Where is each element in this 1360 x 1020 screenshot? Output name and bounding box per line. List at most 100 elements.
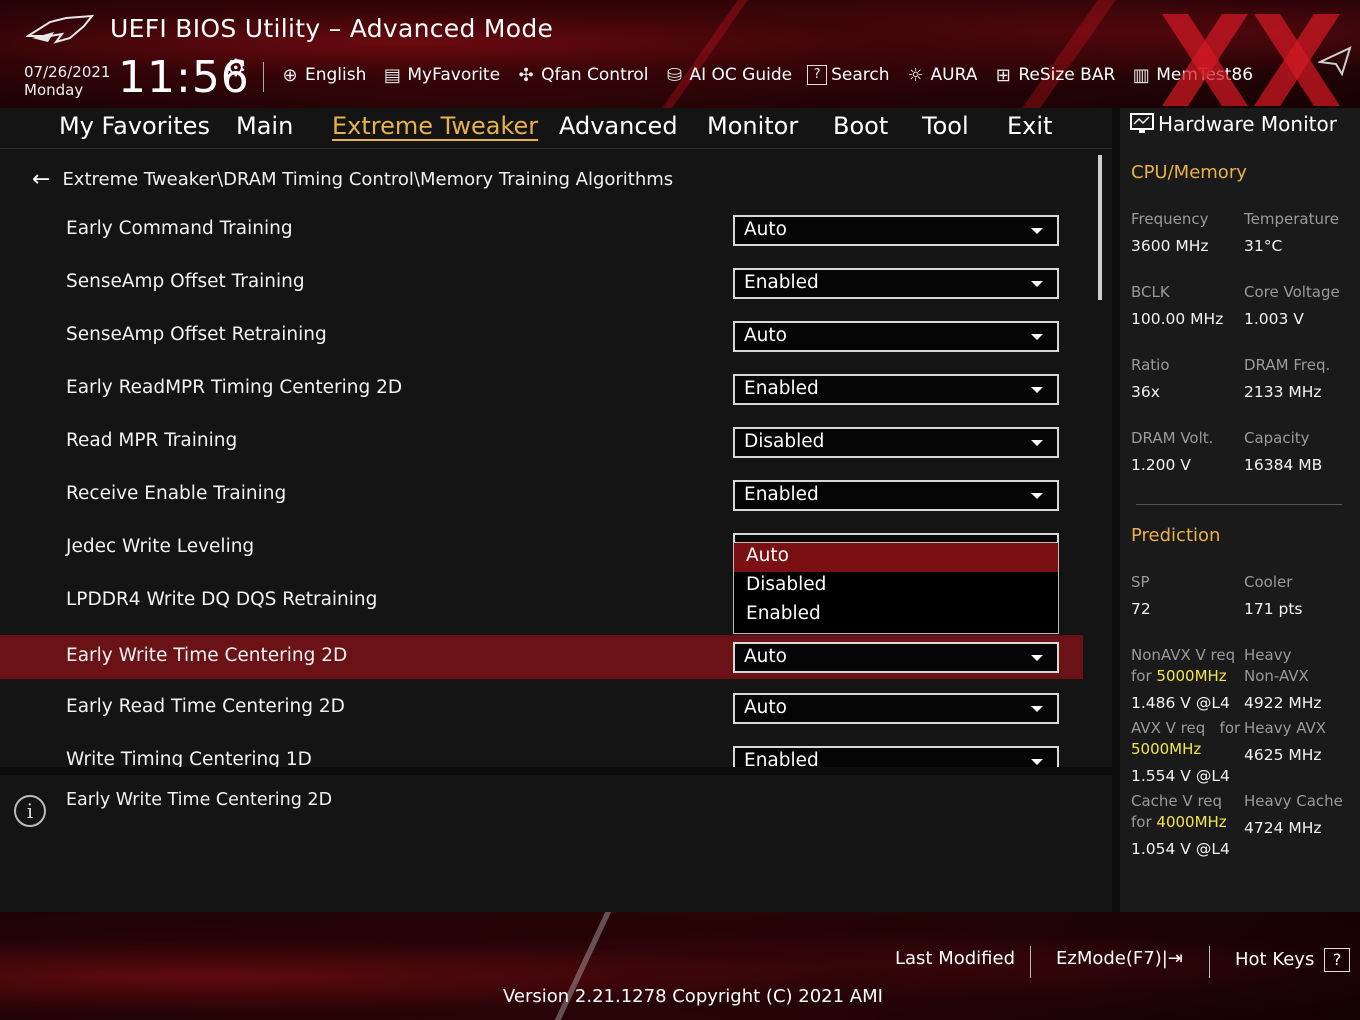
setting-row[interactable]: SenseAmp Offset Training Enabled — [0, 261, 1083, 305]
avx-target-freq: 5000MHz — [1131, 740, 1202, 758]
watermark-xx-icon — [1162, 14, 1340, 106]
setting-label: Early ReadMPR Timing Centering 2D — [66, 377, 403, 398]
main-nav: My Favorites Main Extreme Tweaker Advanc… — [0, 108, 1112, 149]
cache-label-text: Cache V req — [1131, 792, 1223, 810]
toolbar-label: Search — [831, 65, 890, 85]
tab-exit[interactable]: Exit — [1007, 112, 1052, 140]
setting-row[interactable]: Early ReadMPR Timing Centering 2D Enable… — [0, 367, 1083, 411]
clock-settings-gear-icon[interactable]: ⚙ — [225, 54, 247, 82]
setting-dropdown[interactable]: Auto — [733, 693, 1059, 724]
header-divider — [263, 62, 264, 92]
dropdown-option[interactable]: Enabled — [734, 601, 1058, 630]
toolbar-english-button[interactable]: ⊕ English — [279, 65, 366, 86]
tab-main[interactable]: Main — [236, 112, 293, 140]
dropdown-value: Enabled — [744, 484, 819, 505]
tab-tool[interactable]: Tool — [922, 112, 969, 140]
temperature-value: 31°C — [1244, 237, 1283, 255]
avx-volt-value: 1.554 V @L4 — [1131, 767, 1230, 785]
footer-divider — [1030, 946, 1031, 978]
dropdown-value: Enabled — [744, 378, 819, 399]
setting-label: Read MPR Training — [66, 430, 238, 451]
setting-dropdown[interactable]: Disabled — [733, 427, 1059, 458]
heavy-nonavx-label: Heavy Non-AVX — [1244, 645, 1309, 687]
setting-row-selected[interactable]: Early Write Time Centering 2D Auto — [0, 635, 1083, 679]
quick-note-icon[interactable] — [1318, 44, 1354, 76]
capacity-label: Capacity — [1244, 429, 1310, 447]
chevron-down-icon — [1031, 334, 1043, 340]
chevron-down-icon — [1031, 228, 1043, 234]
option-label: Disabled — [746, 574, 827, 595]
bclk-value: 100.00 MHz — [1131, 310, 1224, 328]
chevron-down-icon — [1031, 281, 1043, 287]
setting-dropdown[interactable]: Enabled — [733, 374, 1059, 405]
chevron-down-icon — [1031, 759, 1043, 765]
setting-row[interactable]: SenseAmp Offset Retraining Auto — [0, 314, 1083, 358]
toolbar-resize-bar-button[interactable]: ⊞ ReSize BAR — [992, 65, 1115, 86]
header-decor — [662, 0, 748, 108]
cache-target-freq: 4000MHz — [1156, 813, 1227, 831]
dropdown-value: Auto — [744, 325, 787, 346]
tab-boot[interactable]: Boot — [833, 112, 888, 140]
back-arrow-icon[interactable]: ← — [32, 167, 50, 192]
avx-label-text: AVX V req — [1131, 719, 1206, 737]
sp-label: SP — [1131, 573, 1150, 591]
setting-label: Early Read Time Centering 2D — [66, 696, 345, 717]
core-voltage-value: 1.003 V — [1244, 310, 1304, 328]
ezmode-button[interactable]: EzMode(F7)|⇥ — [1056, 948, 1183, 969]
tab-extreme-tweaker[interactable]: Extreme Tweaker — [332, 112, 538, 140]
setting-dropdown[interactable]: Auto — [733, 215, 1059, 246]
setting-row[interactable]: Early Command Training Auto — [0, 208, 1083, 252]
dropdown-option-highlighted[interactable]: Auto — [734, 543, 1058, 572]
dropdown-option[interactable]: Disabled — [734, 572, 1058, 601]
hot-keys-label: Hot Keys — [1235, 949, 1315, 970]
frequency-label: Frequency — [1131, 210, 1209, 228]
hardware-monitor-divider — [1136, 504, 1342, 505]
setting-dropdown[interactable]: Auto — [733, 321, 1059, 352]
aura-light-icon: ☼ — [907, 64, 924, 86]
toolbar-myfavorite-button[interactable]: ▤ MyFavorite — [381, 65, 500, 86]
date-text: 07/26/2021 — [24, 63, 111, 81]
toolbar-search-button[interactable]: ? Search — [807, 65, 890, 85]
heavy-avx-label: Heavy AVX — [1244, 719, 1327, 737]
nonavx-vreq-label: NonAVX V req for 5000MHz — [1131, 645, 1235, 687]
setting-label: Write Timing Centering 1D — [66, 749, 312, 767]
scrollbar-thumb[interactable] — [1098, 155, 1102, 300]
setting-row[interactable]: Write Timing Centering 1D Enabled — [0, 739, 1083, 767]
setting-dropdown[interactable]: Enabled — [733, 268, 1059, 299]
heavy-cache-label: Heavy Cache — [1244, 792, 1343, 810]
day-text: Monday — [24, 81, 84, 99]
ratio-value: 36x — [1131, 383, 1160, 401]
nonavx-label-text: NonAVX V req — [1131, 646, 1236, 664]
last-modified-button[interactable]: Last Modified — [895, 948, 1015, 969]
footer-divider — [1209, 946, 1210, 978]
help-icon: ? — [1324, 948, 1351, 972]
toolbar-label: MyFavorite — [407, 65, 501, 85]
chevron-down-icon — [1031, 440, 1043, 446]
temperature-label: Temperature — [1244, 210, 1340, 228]
setting-dropdown[interactable]: Auto — [733, 642, 1059, 673]
toolbar-ai-oc-guide-button[interactable]: ⛁ AI OC Guide — [663, 65, 792, 86]
setting-row[interactable]: Receive Enable Training Enabled — [0, 473, 1083, 517]
toolbar-qfan-button[interactable]: ✣ Qfan Control — [515, 65, 649, 86]
tab-my-favorites[interactable]: My Favorites — [59, 112, 210, 140]
hot-keys-button[interactable]: Hot Keys ? — [1235, 948, 1351, 972]
header-decor — [1022, 0, 1116, 108]
toolbar-aura-button[interactable]: ☼ AURA — [905, 64, 977, 86]
setting-dropdown[interactable]: Enabled — [733, 746, 1059, 767]
tab-advanced[interactable]: Advanced — [559, 112, 678, 140]
tab-monitor[interactable]: Monitor — [707, 112, 798, 140]
ezmode-label: EzMode(F7)| — [1056, 948, 1168, 969]
info-icon: i — [14, 795, 46, 827]
setting-row[interactable]: Early Read Time Centering 2D Auto — [0, 686, 1083, 730]
version-text: Version 2.21.1278 Copyright (C) 2021 AMI — [503, 986, 883, 1007]
core-voltage-label: Core Voltage — [1244, 283, 1340, 301]
setting-label: SenseAmp Offset Retraining — [66, 324, 327, 345]
setting-row[interactable]: Read MPR Training Disabled — [0, 420, 1083, 464]
setting-dropdown[interactable]: Enabled — [733, 480, 1059, 511]
date-display: 07/26/2021 Monday — [24, 63, 110, 99]
exit-arrow-icon: ⇥ — [1167, 948, 1183, 969]
dropdown-value: Auto — [744, 697, 787, 718]
option-label: Auto — [746, 545, 789, 566]
ratio-label: Ratio — [1131, 356, 1170, 374]
cooler-value: 171 pts — [1244, 600, 1303, 618]
